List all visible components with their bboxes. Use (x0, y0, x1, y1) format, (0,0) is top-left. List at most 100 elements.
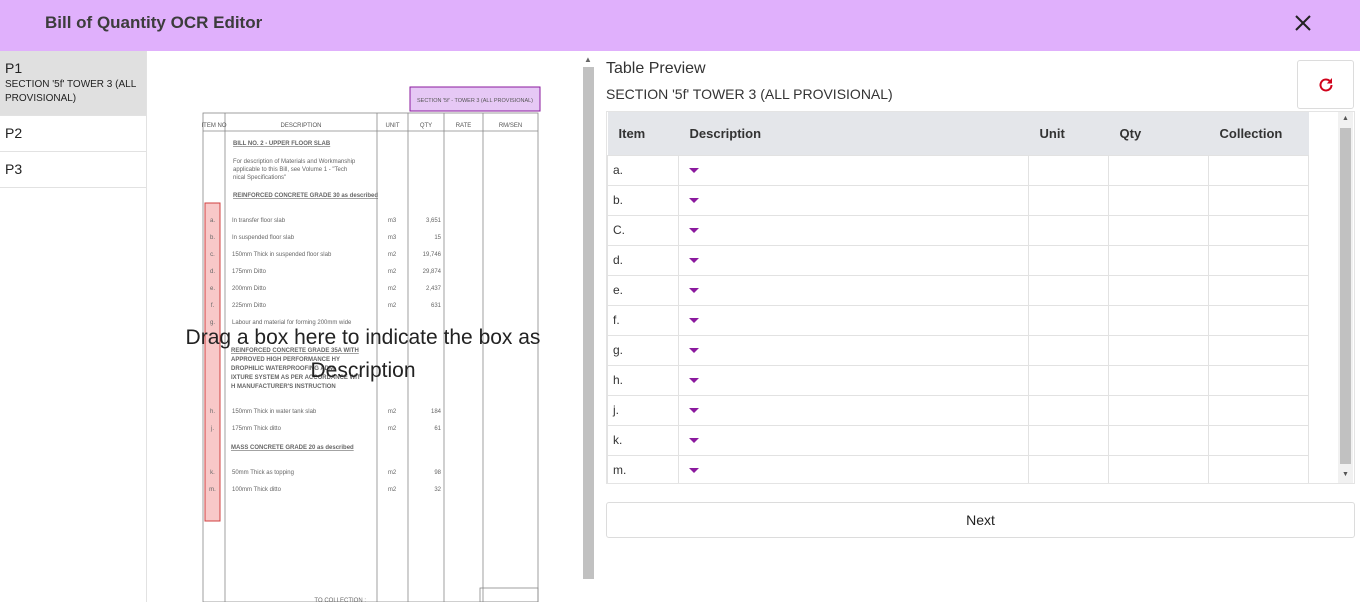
cell-collection[interactable] (1208, 154, 1309, 186)
cell-qty[interactable] (1108, 454, 1209, 483)
caret-down-icon[interactable] (689, 288, 699, 294)
cell-collection[interactable] (1208, 364, 1309, 396)
cell-collection[interactable] (1208, 454, 1309, 483)
page-item-p3[interactable]: P3 (0, 152, 146, 188)
caret-down-icon[interactable] (689, 198, 699, 204)
cell-unit[interactable] (1028, 394, 1109, 426)
document-column-header: DESCRIPTION (280, 123, 321, 129)
description-dropdown[interactable] (678, 244, 1029, 276)
document-canvas[interactable]: SECTION '5f' - TOWER 3 (ALL PROVISIONAL)… (148, 51, 598, 602)
description-dropdown[interactable] (678, 334, 1029, 366)
table-row: f. (607, 304, 1309, 336)
page-name: P2 (5, 125, 23, 141)
scroll-up-icon[interactable]: ▲ (584, 55, 592, 64)
caret-down-icon[interactable] (689, 408, 699, 414)
page-list: P1 SECTION '5f' TOWER 3 (ALL PROVISIONAL… (0, 51, 147, 602)
cell-unit[interactable] (1028, 334, 1109, 366)
cell-item[interactable]: f. (607, 304, 679, 336)
description-dropdown[interactable] (678, 184, 1029, 216)
document-footer: TO COLLECTION : (314, 598, 366, 602)
table-scrollbar[interactable]: ▲ ▼ (1338, 112, 1353, 483)
cell-qty[interactable] (1108, 214, 1209, 246)
document-item-desc: 100mm Thick ditto (232, 487, 282, 493)
caret-down-icon[interactable] (689, 348, 699, 354)
caret-down-icon[interactable] (689, 468, 699, 474)
cell-qty[interactable] (1108, 274, 1209, 306)
cell-item[interactable]: b. (607, 184, 679, 216)
document-item-no: m. (209, 487, 216, 493)
cell-item[interactable]: j. (607, 394, 679, 426)
document-column-header: RATE (456, 123, 472, 129)
cell-unit[interactable] (1028, 184, 1109, 216)
cell-item[interactable]: g. (607, 334, 679, 366)
cell-qty[interactable] (1108, 184, 1209, 216)
scrollbar-thumb[interactable] (1340, 128, 1351, 464)
document-item-desc: 150mm Thick in water tank slab (232, 409, 317, 415)
cell-unit[interactable] (1028, 154, 1109, 186)
cell-item[interactable]: e. (607, 274, 679, 306)
cell-collection[interactable] (1208, 334, 1309, 366)
cell-unit[interactable] (1028, 424, 1109, 456)
cell-qty[interactable] (1108, 244, 1209, 276)
page-subtitle: SECTION '5f' TOWER 3 (ALL PROVISIONAL) (5, 79, 136, 104)
cell-unit[interactable] (1028, 454, 1109, 483)
cell-qty[interactable] (1108, 364, 1209, 396)
close-icon[interactable] (1292, 12, 1314, 34)
cell-collection[interactable] (1208, 214, 1309, 246)
description-dropdown[interactable] (678, 274, 1029, 306)
caret-down-icon[interactable] (689, 258, 699, 264)
cell-item[interactable]: C. (607, 214, 679, 246)
cell-qty[interactable] (1108, 424, 1209, 456)
cell-qty[interactable] (1108, 304, 1209, 336)
preview-table: Item Description Unit Qty Collection a. b… (607, 112, 1309, 483)
page-item-p1[interactable]: P1 SECTION '5f' TOWER 3 (ALL PROVISIONAL… (0, 51, 146, 116)
cell-collection[interactable] (1208, 394, 1309, 426)
page-item-p2[interactable]: P2 (0, 116, 146, 152)
caret-down-icon[interactable] (689, 378, 699, 384)
document-item-qty: 29,874 (423, 269, 442, 275)
description-dropdown[interactable] (678, 454, 1029, 483)
cell-item[interactable]: k. (607, 424, 679, 456)
cell-unit[interactable] (1028, 274, 1109, 306)
cell-unit[interactable] (1028, 364, 1109, 396)
table-row: g. (607, 334, 1309, 366)
cell-item[interactable]: d. (607, 244, 679, 276)
cell-collection[interactable] (1208, 304, 1309, 336)
refresh-button[interactable] (1297, 60, 1354, 109)
caret-down-icon[interactable] (689, 228, 699, 234)
cell-qty[interactable] (1108, 394, 1209, 426)
cell-unit[interactable] (1028, 244, 1109, 276)
description-dropdown[interactable] (678, 424, 1029, 456)
cell-unit[interactable] (1028, 214, 1109, 246)
cell-item[interactable]: a. (607, 154, 679, 186)
page-name: P3 (5, 161, 23, 177)
cell-unit[interactable] (1028, 304, 1109, 336)
caret-down-icon[interactable] (689, 438, 699, 444)
cell-qty[interactable] (1108, 154, 1209, 186)
cell-collection[interactable] (1208, 184, 1309, 216)
cell-collection[interactable] (1208, 244, 1309, 276)
description-dropdown[interactable] (678, 394, 1029, 426)
table-row: a. (607, 154, 1309, 186)
document-scrollbar[interactable]: ▲ (581, 55, 596, 583)
next-button[interactable]: Next (606, 502, 1355, 538)
caret-down-icon[interactable] (689, 318, 699, 324)
scrollbar-thumb[interactable] (583, 67, 594, 579)
column-header-description: Description (678, 112, 1029, 155)
description-dropdown[interactable] (678, 214, 1029, 246)
scroll-down-icon[interactable]: ▼ (1342, 471, 1349, 478)
cell-collection[interactable] (1208, 424, 1309, 456)
description-dropdown[interactable] (678, 304, 1029, 336)
cell-item[interactable]: m. (607, 454, 679, 483)
column-header-unit: Unit (1028, 112, 1109, 155)
document-item-desc: 200mm Ditto (232, 286, 267, 292)
document-item-unit: m2 (388, 487, 397, 493)
description-dropdown[interactable] (678, 364, 1029, 396)
page-name: P1 (5, 60, 23, 76)
description-dropdown[interactable] (678, 154, 1029, 186)
cell-item[interactable]: h. (607, 364, 679, 396)
caret-down-icon[interactable] (689, 168, 699, 174)
cell-collection[interactable] (1208, 274, 1309, 306)
scroll-up-icon[interactable]: ▲ (1342, 115, 1349, 122)
cell-qty[interactable] (1108, 334, 1209, 366)
